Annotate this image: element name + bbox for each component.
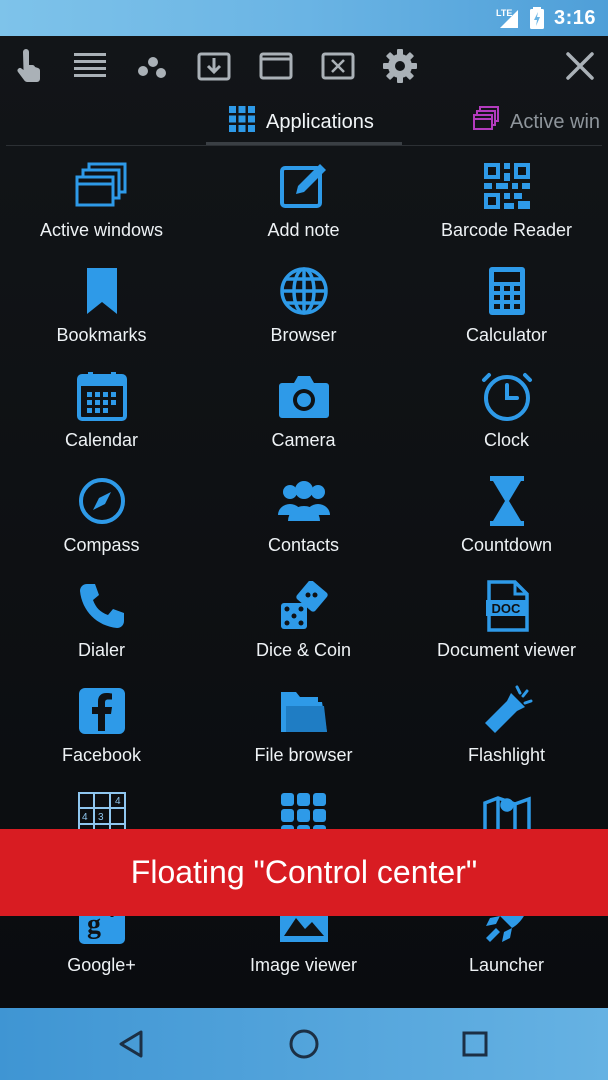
qr-code-icon: [479, 158, 535, 214]
note-icon: [276, 158, 332, 214]
network-label: LTE: [496, 8, 512, 18]
dots-icon[interactable]: [132, 46, 172, 86]
app-compass[interactable]: Compass: [0, 469, 203, 569]
app-label: Compass: [63, 535, 140, 555]
app-label: Barcode Reader: [440, 220, 573, 240]
maximize-icon[interactable]: [256, 46, 296, 86]
app-label: Contacts: [267, 535, 340, 555]
app-label: Add note: [267, 220, 340, 240]
tab-applications[interactable]: Applications: [228, 102, 374, 142]
app-camera[interactable]: Camera: [202, 364, 405, 464]
app-file-browser[interactable]: File browser: [202, 679, 405, 779]
app-clock[interactable]: Clock: [405, 364, 608, 464]
toolbar: [0, 36, 608, 96]
app-flashlight[interactable]: Flashlight: [405, 679, 608, 779]
doc-icon: DOC: [479, 578, 535, 634]
recents-icon[interactable]: [455, 1024, 495, 1064]
app-barcode-reader[interactable]: Barcode Reader: [405, 154, 608, 254]
app-dice-coin[interactable]: Dice & Coin: [202, 574, 405, 674]
app-label: Flashlight: [467, 745, 546, 765]
app-label: Dice & Coin: [255, 640, 352, 660]
app-label: Bookmarks: [56, 325, 147, 345]
dice-icon: [276, 578, 332, 634]
app-label: Browser: [270, 325, 337, 345]
contacts-icon: [276, 473, 332, 529]
tab-bar: Applications Active win: [0, 102, 608, 146]
app-active-windows[interactable]: Active windows: [0, 154, 203, 254]
touch-icon[interactable]: [8, 46, 48, 86]
compass-icon: [74, 473, 130, 529]
feature-banner: Floating "Control center": [0, 829, 608, 916]
svg-text:4: 4: [115, 796, 121, 807]
globe-icon: [276, 263, 332, 319]
app-label: File browser: [254, 745, 353, 765]
app-facebook[interactable]: Facebook: [0, 679, 203, 779]
app-calculator[interactable]: Calculator: [405, 259, 608, 359]
app-dialer[interactable]: Dialer: [0, 574, 203, 674]
svg-text:3: 3: [98, 812, 104, 823]
windows-icon: [472, 105, 500, 139]
folder-icon: [276, 683, 332, 739]
app-label: Calculator: [465, 325, 548, 345]
close-window-icon[interactable]: [318, 46, 358, 86]
app-countdown[interactable]: Countdown: [405, 469, 608, 569]
clock-icon: [479, 368, 535, 424]
app-bookmarks[interactable]: Bookmarks: [0, 259, 203, 359]
windows-icon: [74, 158, 130, 214]
navigation-bar: [0, 1008, 608, 1080]
app-document-viewer[interactable]: DOC Document viewer: [405, 574, 608, 674]
status-bar: LTE 3:16: [0, 0, 608, 36]
bookmark-icon: [74, 263, 130, 319]
tab-active-windows[interactable]: Active win: [472, 102, 600, 142]
camera-icon: [276, 368, 332, 424]
hourglass-icon: [479, 473, 535, 529]
app-label: Dialer: [77, 640, 125, 660]
tab-divider: [6, 145, 602, 146]
list-icon[interactable]: [70, 46, 110, 86]
app-label: Facebook: [61, 745, 142, 765]
app-label: Document viewer: [436, 640, 577, 660]
close-icon[interactable]: [560, 46, 600, 86]
app-label: Calendar: [64, 430, 139, 450]
back-icon[interactable]: [112, 1024, 152, 1064]
app-label: Google+: [67, 955, 136, 975]
app-calendar[interactable]: Calendar: [0, 364, 203, 464]
tab-active-windows-label: Active win: [510, 110, 601, 133]
app-label: Camera: [271, 430, 336, 450]
download-window-icon[interactable]: [194, 46, 234, 86]
app-label: Image viewer: [249, 955, 358, 975]
app-label: Clock: [483, 430, 529, 450]
status-time: 3:16: [553, 6, 596, 29]
flashlight-icon: [479, 683, 535, 739]
svg-text:DOC: DOC: [491, 601, 521, 616]
facebook-icon: [74, 683, 130, 739]
app-browser[interactable]: Browser: [202, 259, 405, 359]
gear-icon[interactable]: [380, 46, 420, 86]
grid-icon: [228, 105, 256, 139]
calculator-icon: [479, 263, 535, 319]
svg-text:4: 4: [82, 812, 88, 823]
app-label: Countdown: [460, 535, 553, 555]
app-label: Launcher: [468, 955, 545, 975]
calendar-icon: [74, 368, 130, 424]
phone-icon: [74, 578, 130, 634]
tab-applications-label: Applications: [266, 110, 374, 133]
battery-icon: [529, 7, 544, 29]
signal-icon: LTE: [496, 7, 520, 29]
app-label: Active windows: [39, 220, 164, 240]
banner-text: Floating "Control center": [130, 854, 478, 890]
app-contacts[interactable]: Contacts: [202, 469, 405, 569]
app-add-note[interactable]: Add note: [202, 154, 405, 254]
home-icon[interactable]: [284, 1024, 324, 1064]
